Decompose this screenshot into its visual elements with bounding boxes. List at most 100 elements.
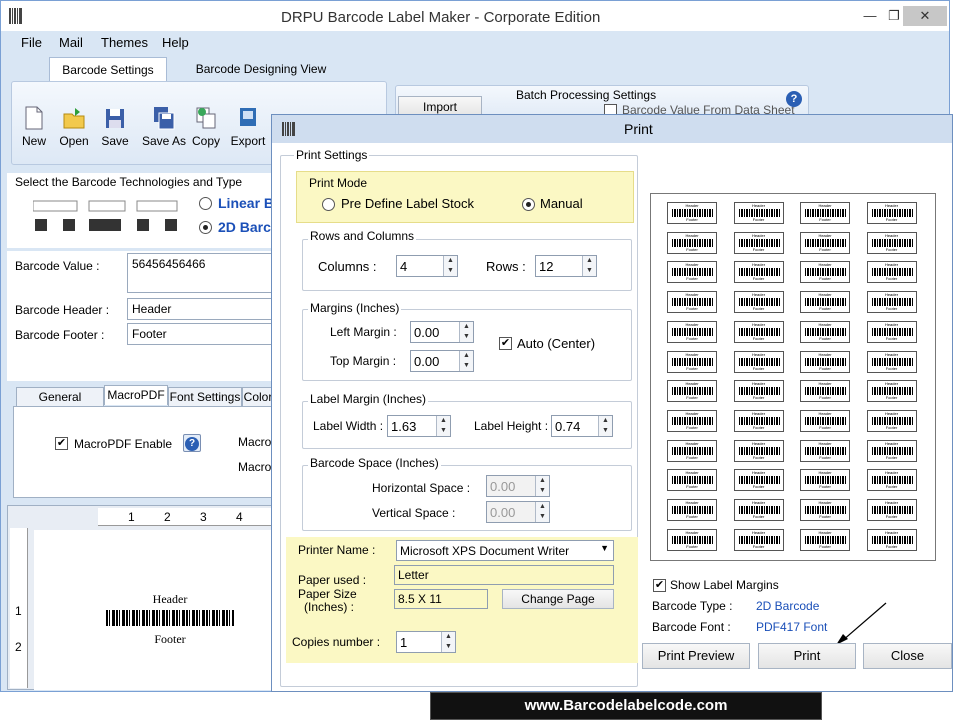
spin-up-icon[interactable]: ▲ bbox=[598, 416, 612, 426]
linear-label: Linear B bbox=[218, 195, 275, 211]
spin-down-icon[interactable]: ▼ bbox=[535, 512, 549, 522]
tab-font-settings[interactable]: Font Settings bbox=[168, 387, 242, 407]
technology-title: Select the Barcode Technologies and Type bbox=[15, 175, 243, 189]
left-margin-spinner[interactable]: 0.00 ▲ ▼ bbox=[410, 321, 474, 343]
spin-down-icon[interactable]: ▼ bbox=[441, 642, 455, 652]
predefine-radio[interactable] bbox=[322, 198, 335, 211]
thumbnail-footer: Footer bbox=[819, 365, 831, 371]
spin-down-icon[interactable]: ▼ bbox=[598, 426, 612, 436]
thumbnail-header: Header bbox=[818, 500, 832, 505]
paper-used-label: Paper used : bbox=[298, 573, 367, 587]
thumbnail-footer: Footer bbox=[752, 276, 765, 282]
label-thumbnail: Header Footer bbox=[866, 261, 917, 284]
label-thumbnail: Header Footer bbox=[667, 469, 717, 492]
copy-button[interactable]: Copy bbox=[186, 106, 226, 148]
thumbnail-barcode bbox=[738, 357, 781, 366]
help-icon[interactable]: ? bbox=[786, 91, 802, 107]
thumbnail-barcode bbox=[805, 209, 847, 217]
spin-up-icon[interactable]: ▲ bbox=[436, 416, 450, 426]
thumbnail-header: Header bbox=[751, 321, 766, 327]
spin-down-icon[interactable]: ▼ bbox=[459, 361, 473, 371]
export-button[interactable]: Export bbox=[228, 106, 268, 148]
menu-themes[interactable]: Themes bbox=[101, 35, 148, 50]
thumbnail-header: Header bbox=[884, 440, 899, 446]
top-margin-spinner[interactable]: 0.00 ▲ ▼ bbox=[410, 350, 474, 372]
spin-up-icon[interactable]: ▲ bbox=[535, 476, 549, 486]
barcode-preview[interactable]: Header Footer bbox=[100, 586, 240, 660]
menu-mail[interactable]: Mail bbox=[59, 35, 83, 50]
thumbnail-barcode bbox=[738, 476, 781, 485]
close-button[interactable]: Close bbox=[863, 643, 952, 669]
vertical-space-spinner[interactable]: 0.00 ▲ ▼ bbox=[486, 501, 550, 523]
spin-down-icon[interactable]: ▼ bbox=[582, 266, 596, 276]
rows-spinner[interactable]: 12 ▲ ▼ bbox=[535, 255, 597, 277]
manual-radio[interactable] bbox=[522, 198, 535, 211]
label-height-spinner[interactable]: 0.74 ▲ ▼ bbox=[551, 415, 613, 437]
save-button[interactable]: Save bbox=[95, 106, 135, 148]
thumbnail-header: Header bbox=[884, 351, 899, 357]
printer-select[interactable]: Microsoft XPS Document Writer ▼ bbox=[396, 540, 614, 561]
thumbnail-header: Header bbox=[884, 321, 899, 327]
new-button[interactable]: New bbox=[14, 106, 54, 148]
barcode-header-input[interactable]: Header bbox=[127, 298, 277, 320]
show-margins-checkbox[interactable]: ✔ bbox=[653, 579, 666, 592]
thumbnail-footer: Footer bbox=[819, 424, 831, 430]
thumbnail-footer: Footer bbox=[752, 335, 765, 341]
print-preview-button[interactable]: Print Preview bbox=[642, 643, 750, 669]
columns-label: Columns : bbox=[318, 259, 377, 274]
horizontal-space-spinner[interactable]: 0.00 ▲ ▼ bbox=[486, 475, 550, 497]
thumbnail-barcode bbox=[871, 446, 914, 455]
thumbnail-header: Header bbox=[818, 381, 832, 387]
linear-radio[interactable] bbox=[199, 197, 212, 210]
spin-down-icon[interactable]: ▼ bbox=[459, 332, 473, 342]
spin-down-icon[interactable]: ▼ bbox=[535, 486, 549, 496]
thumbnail-barcode bbox=[672, 416, 714, 425]
tab-color[interactable]: Color bbox=[242, 387, 274, 407]
tab-barcode-designing-view[interactable]: Barcode Designing View bbox=[181, 57, 341, 81]
copies-value: 1 bbox=[400, 635, 408, 650]
save-disk-icon bbox=[106, 109, 124, 128]
thumbnail-barcode bbox=[871, 209, 914, 217]
tab-barcode-settings[interactable]: Barcode Settings bbox=[49, 57, 167, 81]
chevron-down-icon: ▼ bbox=[600, 543, 609, 553]
auto-center-label: Auto (Center) bbox=[517, 336, 596, 351]
spin-down-icon[interactable]: ▼ bbox=[443, 266, 457, 276]
label-thumbnail: Header Footer bbox=[667, 350, 717, 373]
barcode-value-label: Barcode Value : bbox=[15, 259, 100, 273]
label-thumbnail: Header Footer bbox=[800, 409, 850, 432]
spin-up-icon[interactable]: ▲ bbox=[459, 351, 473, 361]
barcode-value-input[interactable]: 56456456466 bbox=[127, 253, 277, 293]
menu-help[interactable]: Help bbox=[162, 35, 189, 50]
tab-macropdf[interactable]: MacroPDF bbox=[104, 385, 168, 405]
thumbnail-barcode bbox=[871, 506, 914, 514]
thumbnail-footer: Footer bbox=[885, 276, 898, 282]
thumbnail-barcode bbox=[672, 446, 714, 455]
tab-general-settings[interactable]: General Settings bbox=[16, 387, 104, 422]
columns-spinner[interactable]: 4 ▲ ▼ bbox=[396, 255, 458, 277]
thumbnail-header: Header bbox=[751, 262, 766, 268]
minimize-icon[interactable]: — bbox=[857, 6, 883, 26]
label-thumbnail: Header Footer bbox=[733, 380, 784, 403]
spin-up-icon[interactable]: ▲ bbox=[443, 256, 457, 266]
macropdf-help-button[interactable]: ? bbox=[183, 434, 201, 452]
macropdf-checkbox[interactable]: ✔ bbox=[55, 437, 68, 450]
top-margin-label: Top Margin : bbox=[330, 354, 397, 368]
spin-up-icon[interactable]: ▲ bbox=[582, 256, 596, 266]
spin-up-icon[interactable]: ▲ bbox=[459, 322, 473, 332]
save-as-button[interactable]: Save As bbox=[140, 106, 188, 148]
left-margin-label: Left Margin : bbox=[330, 325, 397, 339]
change-page-button[interactable]: Change Page bbox=[502, 589, 614, 609]
label-width-spinner[interactable]: 1.63 ▲ ▼ bbox=[387, 415, 451, 437]
copies-spinner[interactable]: 1 ▲ ▼ bbox=[396, 631, 456, 653]
2d-radio[interactable] bbox=[199, 221, 212, 234]
menu-file[interactable]: File bbox=[21, 35, 42, 50]
close-icon[interactable]: ✕ bbox=[903, 6, 947, 26]
spin-up-icon[interactable]: ▲ bbox=[535, 502, 549, 512]
thumbnail-barcode bbox=[672, 387, 714, 396]
auto-center-checkbox[interactable]: ✔ bbox=[499, 337, 512, 350]
spin-up-icon[interactable]: ▲ bbox=[441, 632, 455, 642]
barcode-footer-input[interactable]: Footer bbox=[127, 323, 277, 345]
spin-down-icon[interactable]: ▼ bbox=[436, 426, 450, 436]
open-button[interactable]: Open bbox=[54, 106, 94, 148]
print-button[interactable]: Print bbox=[758, 643, 856, 669]
